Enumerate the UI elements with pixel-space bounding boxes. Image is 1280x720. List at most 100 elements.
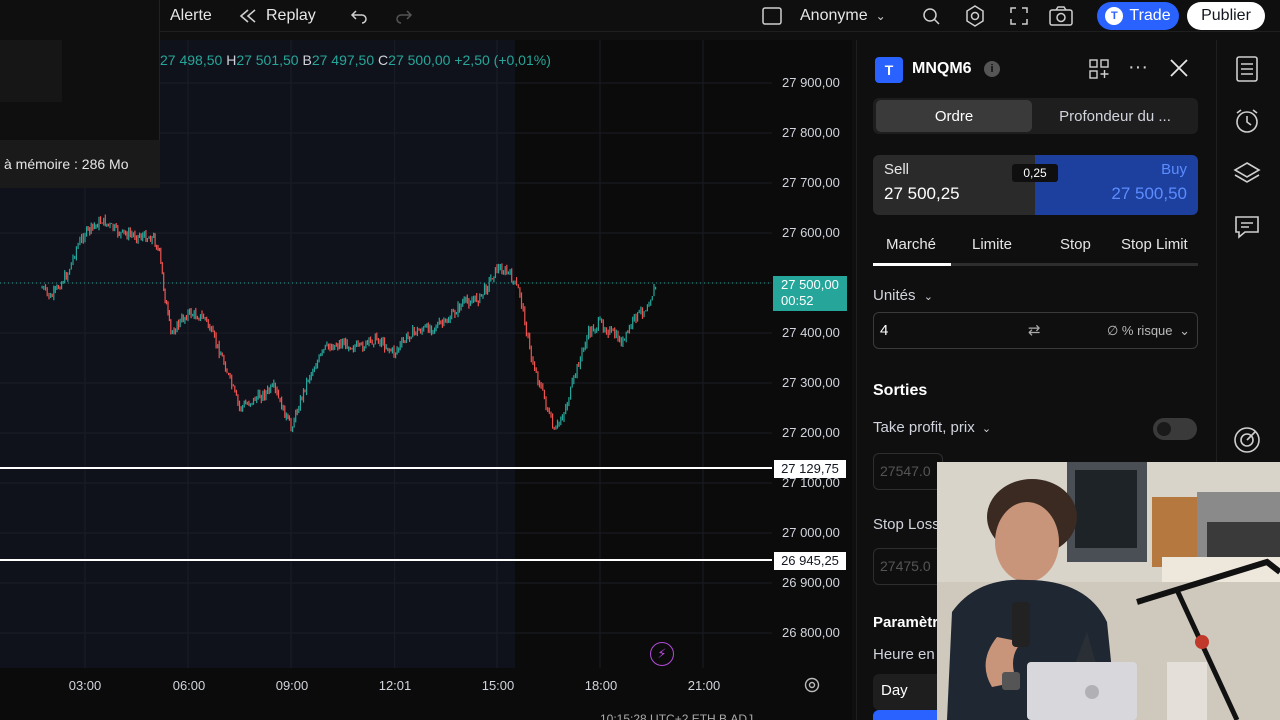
more-options-icon[interactable]: ··· bbox=[1128, 56, 1148, 79]
take-profit-label: Take profit, prix bbox=[873, 419, 975, 436]
layout-square-icon[interactable] bbox=[761, 0, 783, 32]
status-strip: 10:15:28 UTC+2 ETH B.ADJ bbox=[600, 712, 754, 720]
stop-loss-input[interactable]: 27475.0 bbox=[873, 548, 943, 585]
info-icon[interactable]: i bbox=[984, 60, 1001, 77]
price-scale[interactable]: 27 900,00 27 800,00 27 700,00 27 600,00 … bbox=[772, 40, 852, 680]
target-icon[interactable] bbox=[1232, 425, 1262, 455]
ohlc-high-value: 27 501,50 bbox=[236, 52, 299, 68]
price-tick: 27 900,00 bbox=[782, 75, 840, 90]
sell-price: 27 500,25 bbox=[884, 184, 960, 203]
ohlc-legend: 27 498,50 H27 501,50 B27 497,50 C27 500,… bbox=[160, 52, 551, 68]
chart-settings-icon[interactable] bbox=[803, 676, 821, 699]
current-price-label: 27 500,00 00:52 bbox=[773, 276, 847, 311]
close-icon[interactable] bbox=[1169, 58, 1189, 83]
take-profit-toggle[interactable] bbox=[1153, 418, 1197, 440]
time-in-force-label: Heure en bbox=[873, 646, 935, 663]
price-tick: 26 800,00 bbox=[782, 625, 840, 640]
buy-label: Buy bbox=[1161, 161, 1187, 178]
ohlc-low-value: 27 497,50 bbox=[311, 52, 375, 68]
tab-depth[interactable]: Profondeur du ... bbox=[1036, 100, 1194, 132]
undo-icon[interactable] bbox=[350, 0, 368, 32]
price-tick: 27 200,00 bbox=[782, 425, 840, 440]
sell-button[interactable]: Sell 27 500,25 bbox=[873, 155, 1035, 215]
replay-icon bbox=[239, 9, 256, 23]
time-tick: 12:01 bbox=[378, 678, 412, 693]
settings-gear-icon[interactable] bbox=[963, 0, 987, 32]
price-tick: 27 300,00 bbox=[782, 375, 840, 390]
chat-icon[interactable] bbox=[1232, 213, 1262, 243]
ohlc-high-label: H bbox=[226, 52, 237, 68]
order-type-limit[interactable]: Limite bbox=[972, 236, 1012, 253]
quantity-value: 4 bbox=[880, 322, 889, 339]
layers-icon[interactable] bbox=[1232, 159, 1262, 189]
symbol-logo-icon: T bbox=[875, 57, 903, 83]
camera-icon[interactable] bbox=[1048, 0, 1074, 32]
horizontal-line-1[interactable] bbox=[0, 467, 772, 469]
memory-indicator: à mémoire : 286 Mo bbox=[0, 140, 160, 188]
chevron-down-icon: ⌄ bbox=[1179, 323, 1191, 338]
quantity-field[interactable]: 4 ⇄ ∅ % risque ⌄ bbox=[873, 312, 1198, 349]
parameters-heading: Paramètr bbox=[873, 614, 939, 631]
tab-order[interactable]: Ordre bbox=[876, 100, 1032, 132]
units-selector[interactable]: Unités ⌄ bbox=[873, 287, 933, 304]
sell-label: Sell bbox=[884, 161, 910, 178]
chevron-down-icon: ⌄ bbox=[981, 423, 992, 435]
order-type-indicator bbox=[873, 263, 1198, 266]
webcam-overlay bbox=[937, 462, 1280, 720]
account-selector[interactable]: Anonyme ⌄ bbox=[800, 0, 886, 32]
order-type-stop-limit[interactable]: Stop Limit bbox=[1121, 236, 1188, 253]
submit-order-button[interactable] bbox=[873, 710, 943, 720]
horizontal-line-2[interactable] bbox=[0, 559, 772, 561]
price-tick: 27 100,00 bbox=[782, 475, 840, 490]
redo-icon[interactable] bbox=[395, 0, 413, 32]
order-type-tabs: Marché Limite Stop Stop Limit bbox=[873, 234, 1198, 264]
order-type-indicator-fill bbox=[873, 263, 951, 266]
symbol-label: MNQM6 bbox=[912, 60, 972, 77]
chevron-down-icon: ⌄ bbox=[923, 291, 933, 303]
time-tick: 03:00 bbox=[68, 678, 102, 693]
units-label: Unités bbox=[873, 287, 916, 304]
watchlist-icon[interactable] bbox=[1232, 55, 1262, 85]
take-profit-input[interactable]: 27547.0 bbox=[873, 453, 943, 490]
ohlc-close-value: 27 500,00 bbox=[388, 52, 451, 68]
time-tick: 18:00 bbox=[584, 678, 618, 693]
bar-countdown: 00:52 bbox=[781, 293, 814, 308]
take-profit-selector[interactable]: Take profit, prix ⌄ bbox=[873, 419, 991, 436]
lightning-icon[interactable]: ⚡ bbox=[650, 642, 674, 666]
time-tick: 06:00 bbox=[172, 678, 206, 693]
price-tick: 26 900,00 bbox=[782, 575, 840, 590]
zoom-cursor-icon[interactable] bbox=[920, 0, 942, 32]
trade-button[interactable]: T Trade bbox=[1097, 2, 1179, 30]
time-tick: 15:00 bbox=[481, 678, 515, 693]
time-tick: 09:00 bbox=[275, 678, 309, 693]
trade-logo-icon: T bbox=[1105, 7, 1124, 25]
publish-button[interactable]: Publier bbox=[1187, 2, 1265, 30]
alert-label: Alerte bbox=[170, 7, 212, 24]
buy-price: 27 500,50 bbox=[1111, 184, 1187, 203]
ohlc-close-label: C bbox=[378, 52, 389, 68]
account-label: Anonyme bbox=[800, 7, 868, 24]
price-tick: 27 700,00 bbox=[782, 175, 840, 190]
replay-button[interactable]: Replay bbox=[238, 0, 316, 32]
order-type-stop[interactable]: Stop bbox=[1060, 236, 1091, 253]
alert-button[interactable]: Alerte bbox=[170, 0, 212, 32]
webcam-image bbox=[937, 462, 1280, 720]
price-tick: 27 400,00 bbox=[782, 325, 840, 340]
replay-label: Replay bbox=[266, 7, 316, 24]
alarm-clock-icon[interactable] bbox=[1232, 107, 1262, 137]
popup-thumbnail bbox=[0, 40, 62, 102]
fullscreen-icon[interactable] bbox=[1008, 0, 1030, 32]
buy-button[interactable]: Buy 27 500,50 bbox=[1035, 155, 1198, 215]
order-type-market[interactable]: Marché bbox=[886, 236, 936, 253]
risk-selector[interactable]: ∅ % risque ⌄ bbox=[1107, 323, 1190, 339]
current-price: 27 500,00 bbox=[781, 277, 839, 292]
trade-label: Trade bbox=[1129, 7, 1171, 24]
chevron-down-icon: ⌄ bbox=[875, 9, 886, 23]
notification-popup bbox=[0, 0, 160, 140]
ohlc-open-value: 27 498,50 bbox=[160, 52, 223, 68]
publish-label: Publier bbox=[1201, 7, 1251, 24]
swap-icon[interactable]: ⇄ bbox=[1028, 321, 1041, 339]
order-tabs: Ordre Profondeur du ... bbox=[873, 98, 1198, 134]
grid-add-icon[interactable] bbox=[1089, 59, 1109, 84]
time-in-force-select[interactable]: Day bbox=[873, 674, 943, 710]
